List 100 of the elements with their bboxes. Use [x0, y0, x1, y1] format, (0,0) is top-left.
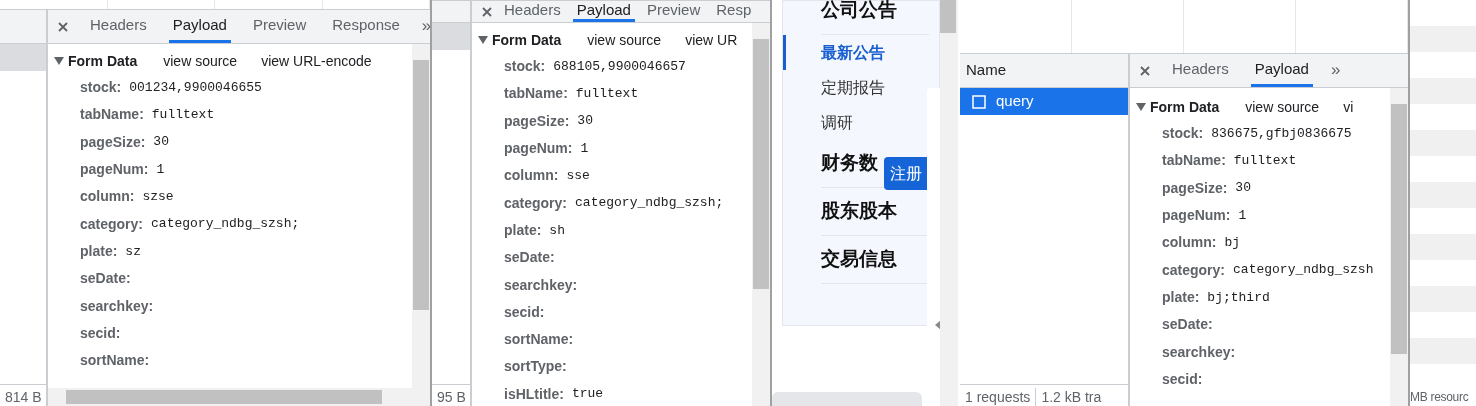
field-key: stock: — [1162, 123, 1204, 145]
field-key: column: — [1162, 232, 1217, 254]
view-link[interactable]: vi — [1343, 96, 1354, 118]
section-title[interactable]: Form Data — [1150, 96, 1220, 118]
selected-row[interactable] — [0, 44, 46, 71]
column-header[interactable]: Name — [966, 59, 1006, 82]
status-text: MB resourc — [1410, 389, 1470, 406]
field-key: stock: — [80, 77, 122, 99]
field-key: searchkey: — [504, 274, 578, 296]
field-key: plate: — [504, 219, 542, 241]
tab[interactable]: Response — [328, 10, 404, 43]
more-tabs-button[interactable]: » — [421, 10, 430, 43]
field-key: category: — [1162, 259, 1226, 281]
status-text: 1 requests — [964, 388, 1032, 406]
vertical-scrollbar[interactable] — [412, 44, 430, 388]
vertical-scrollbar[interactable] — [752, 23, 770, 406]
tab[interactable]: Resp — [712, 1, 756, 22]
field-key: secid: — [80, 322, 121, 344]
field-value: category_ndbg_szsh; — [575, 194, 724, 213]
field-key: pageSize: — [504, 110, 570, 132]
field-value: fulltext — [151, 106, 215, 125]
field-value: 30 — [153, 133, 169, 152]
field-value: bj;third — [1207, 288, 1270, 307]
field-key: sortName: — [504, 329, 574, 351]
field-key: tabName: — [504, 83, 568, 105]
selected-row[interactable] — [432, 23, 470, 50]
field-value: 836675,gfbj0836675 — [1211, 124, 1352, 143]
field-key: tabName: — [80, 104, 144, 126]
field-key: stock: — [504, 56, 546, 78]
request-row[interactable]: query — [960, 88, 1128, 115]
section-title[interactable]: Form Data — [492, 29, 562, 51]
field-value: 1 — [156, 160, 165, 179]
field-key: secid: — [504, 301, 545, 323]
horizontal-scrollbar[interactable] — [48, 388, 430, 406]
field-value: category_ndbg_szsh; — [151, 215, 300, 234]
field-key: seDate: — [80, 268, 131, 290]
field-value: category_ndbg_szsh — [1233, 261, 1374, 280]
field-key: secid: — [1162, 368, 1203, 390]
tab[interactable]: Preview — [642, 1, 705, 22]
field-key: pageNum: — [80, 159, 149, 181]
field-value: 001234,9900046655 — [129, 78, 262, 97]
status-text: 814 B — [4, 388, 43, 406]
tab[interactable]: Headers — [1168, 54, 1233, 87]
field-key: tabName: — [1162, 150, 1226, 172]
field-value: sz — [125, 242, 141, 261]
more-tabs-button[interactable]: » — [1330, 54, 1341, 87]
request-name: query — [996, 91, 1034, 112]
field-key: column: — [504, 165, 559, 187]
field-key: pageSize: — [1162, 177, 1228, 199]
tab[interactable]: Headers — [86, 10, 151, 43]
field-value: 688105,9900046657 — [553, 57, 686, 76]
field-key: seDate: — [504, 247, 555, 269]
status-text: 95 B — [436, 388, 467, 406]
field-key: searchkey: — [80, 295, 154, 317]
sidebar-link[interactable]: 最新公告 — [783, 35, 929, 70]
sidebar-link[interactable]: 调研 — [783, 105, 929, 140]
document-icon — [972, 94, 986, 109]
field-key: category: — [504, 192, 568, 214]
sidebar-heading[interactable]: 公司公告 — [821, 0, 929, 35]
view-link[interactable]: view source — [587, 29, 662, 51]
field-value: 1 — [580, 139, 589, 158]
view-link[interactable]: view source — [1245, 96, 1320, 118]
field-key: plate: — [1162, 286, 1200, 308]
field-key: category: — [80, 213, 144, 235]
status-text: 1.2 kB tra — [1035, 388, 1107, 406]
sidebar-link[interactable]: 定期报告 — [783, 70, 929, 105]
vertical-scrollbar[interactable] — [1390, 88, 1408, 406]
tab[interactable]: Headers — [500, 1, 565, 22]
field-key: pageNum: — [504, 138, 573, 160]
field-value: sh — [549, 221, 565, 240]
register-button[interactable]: 注册 — [884, 157, 927, 190]
view-link[interactable]: view source — [163, 50, 238, 72]
field-value: sse — [566, 167, 590, 186]
section-title[interactable]: Form Data — [68, 50, 138, 72]
view-link[interactable]: view UR — [685, 29, 738, 51]
close-icon — [482, 6, 492, 17]
field-key: sortType: — [504, 356, 567, 378]
field-key: searchkey: — [1162, 341, 1236, 363]
field-key: column: — [80, 186, 135, 208]
field-key: plate: — [80, 240, 118, 262]
tab[interactable]: Payload — [168, 10, 231, 43]
field-key: sortName: — [80, 350, 150, 372]
close-icon — [1140, 65, 1150, 76]
tab[interactable]: Payload — [572, 1, 635, 22]
field-key: seDate: — [1162, 314, 1213, 336]
field-value: true — [571, 385, 604, 404]
field-value: bj — [1224, 234, 1241, 253]
vertical-scrollbar[interactable] — [940, 0, 958, 406]
field-key: pageSize: — [80, 131, 146, 153]
view-link[interactable]: view URL-encode — [261, 50, 372, 72]
field-value: 30 — [577, 112, 593, 131]
tab[interactable]: Preview — [248, 10, 311, 43]
field-key: isHLtitle: — [504, 383, 564, 405]
field-value: 1 — [1238, 206, 1247, 225]
field-value: fulltext — [575, 85, 639, 104]
close-icon — [58, 21, 68, 32]
field-value: szse — [142, 188, 174, 207]
field-value: 30 — [1235, 179, 1251, 198]
tab[interactable]: Payload — [1250, 54, 1313, 87]
field-value: fulltext — [1233, 152, 1297, 171]
